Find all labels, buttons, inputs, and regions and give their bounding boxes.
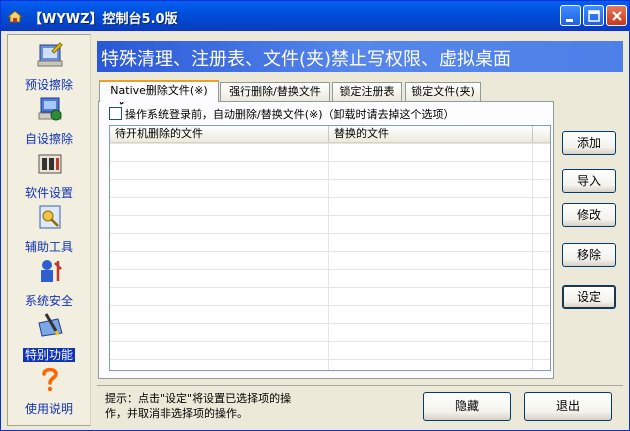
sidebar-item-label: 预设擦除 <box>24 78 73 92</box>
sidebar-item-special-function[interactable]: 特别功能 <box>8 311 90 363</box>
main-window: 【WYWZ】控制台5.0版 预设擦除 自设擦除 软件设置 辅助工具 系统安全 特… <box>0 0 630 431</box>
auto-delete-checkbox[interactable] <box>109 107 122 120</box>
sidebar-item-label: 自设擦除 <box>24 132 73 146</box>
app-icon <box>7 10 23 23</box>
close-icon <box>612 11 622 21</box>
minimize-icon <box>566 19 573 22</box>
sidebar-item-system-security[interactable]: 系统安全 <box>8 257 90 309</box>
remove-button[interactable]: 移除 <box>562 243 616 267</box>
auto-delete-label: 操作系统登录前，自动删除/替换文件(※)（卸载时请去掉这个选项） <box>125 108 455 121</box>
tab-native-delete[interactable]: Native删除文件(※) <box>99 80 219 102</box>
sidebar-item-label: 特别功能 <box>22 348 75 362</box>
system-security-icon <box>41 260 62 282</box>
sidebar-item-tools[interactable]: 辅助工具 <box>8 203 90 255</box>
hint-text: 提示：点击"设定"将设置已选择项的操 作，并取消非选择项的操作。 <box>105 391 325 421</box>
settings-button[interactable]: 设定 <box>562 285 616 309</box>
sidebar-item-label: 系统安全 <box>24 294 73 308</box>
hint-line-2: 作，并取消非选择项的操作。 <box>105 407 248 420</box>
column-header-delete-on-boot[interactable]: 待开机删除的文件 <box>110 126 329 143</box>
section-header: 特殊清理、注册表、文件(夹)禁止写权限、虚拟桌面 <box>97 41 623 72</box>
help-icon <box>42 367 58 392</box>
hint-line-1: 提示：点击"设定"将设置已选择项的操 <box>105 392 292 405</box>
sidebar-item-software-settings[interactable]: 软件设置 <box>8 149 90 201</box>
maximize-button[interactable] <box>583 5 604 26</box>
custom-erase-icon <box>38 97 62 121</box>
special-function-icon <box>38 313 63 337</box>
title-bar[interactable]: 【WYWZ】控制台5.0版 <box>1 1 629 31</box>
tab-lock-files[interactable]: 锁定文件(夹) <box>405 82 481 101</box>
sidebar-item-label: 使用说明 <box>24 402 73 416</box>
tools-icon <box>39 205 61 229</box>
sidebar-item-help[interactable]: 使用说明 <box>8 365 90 417</box>
window-title: 【WYWZ】控制台5.0版 <box>29 12 178 27</box>
sidebar-item-label: 辅助工具 <box>24 240 73 254</box>
maximize-icon <box>588 10 600 22</box>
tab-lock-registry[interactable]: 锁定注册表 <box>332 82 402 101</box>
import-button[interactable]: 导入 <box>562 169 616 193</box>
sidebar-item-custom-erase[interactable]: 自设擦除 <box>8 95 90 147</box>
file-list[interactable]: 待开机删除的文件 替换的文件 <box>109 125 551 371</box>
list-body[interactable] <box>110 143 550 370</box>
divider <box>97 385 623 386</box>
sidebar-item-label: 软件设置 <box>24 186 73 200</box>
list-header: 待开机删除的文件 替换的文件 <box>110 126 550 143</box>
sidebar: 预设擦除 自设擦除 软件设置 辅助工具 系统安全 特别功能 使用说明 <box>7 34 91 426</box>
minimize-button[interactable] <box>560 5 581 26</box>
preset-erase-icon <box>37 42 63 67</box>
hide-button[interactable]: 隐藏 <box>423 392 511 421</box>
column-header-replace-file[interactable]: 替换的文件 <box>329 126 533 143</box>
close-button[interactable] <box>606 5 627 26</box>
modify-button[interactable]: 修改 <box>562 203 616 227</box>
tab-force-delete-replace[interactable]: 强行删除/替换文件 <box>220 82 330 101</box>
page-title: 特殊清理、注册表、文件(夹)禁止写权限、虚拟桌面 <box>101 49 512 70</box>
sidebar-item-preset-erase[interactable]: 预设擦除 <box>8 41 90 93</box>
software-settings-icon <box>38 154 62 174</box>
add-button[interactable]: 添加 <box>562 131 616 155</box>
exit-button[interactable]: 退出 <box>524 392 612 421</box>
